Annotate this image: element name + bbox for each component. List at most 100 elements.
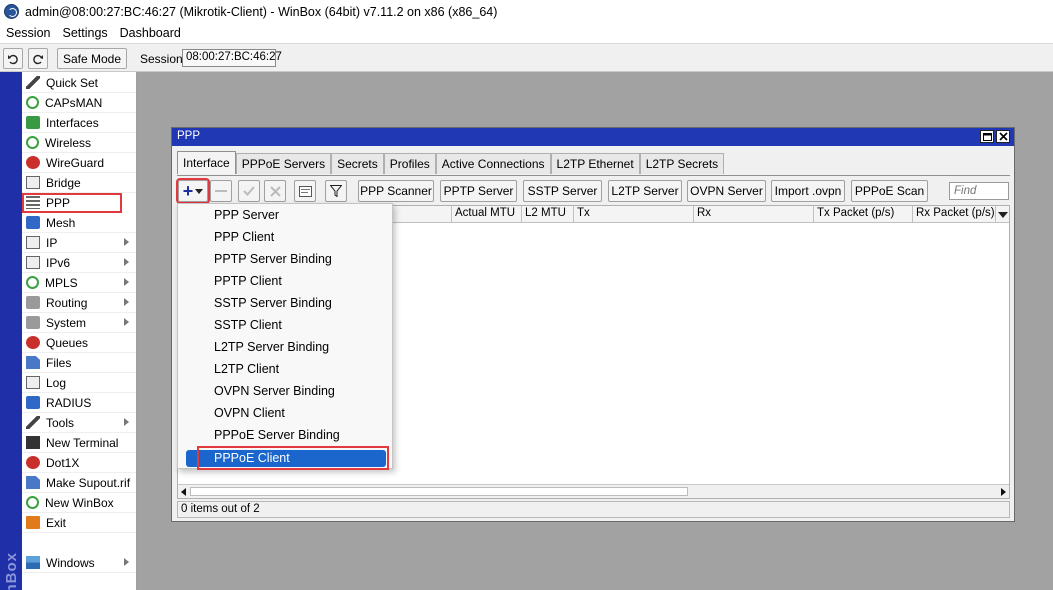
undo-button[interactable]	[3, 48, 23, 69]
sidebar-item-log[interactable]: Log	[22, 373, 136, 393]
tab-interface[interactable]: Interface	[177, 151, 236, 174]
filter-button[interactable]	[325, 180, 347, 202]
menu-item-pppoe-server-binding[interactable]: PPPoE Server Binding	[178, 426, 392, 446]
redo-button[interactable]	[28, 48, 48, 69]
tab-l2tp-secrets[interactable]: L2TP Secrets	[639, 153, 725, 174]
sidebar-item-queues[interactable]: Queues	[22, 333, 136, 353]
column-l2-mtu[interactable]: L2 MTU	[521, 206, 573, 223]
disable-button[interactable]	[264, 180, 286, 202]
column-actual-mtu[interactable]: Actual MTU	[451, 206, 521, 223]
ipv6-icon	[26, 256, 40, 269]
scroll-right-icon[interactable]	[1001, 488, 1006, 496]
capsman-icon	[26, 96, 39, 109]
horizontal-scrollbar[interactable]	[178, 484, 1009, 498]
ovpn-server-button[interactable]: OVPN Server	[687, 180, 766, 202]
scroll-left-icon[interactable]	[181, 488, 186, 496]
selection-highlight-box	[197, 446, 389, 470]
sidebar-item-windows[interactable]: Windows	[22, 553, 136, 573]
sidebar-item-make-supout[interactable]: Make Supout.rif	[22, 473, 136, 493]
menu-item-l2tp-client[interactable]: L2TP Client	[178, 360, 392, 380]
tab-profiles[interactable]: Profiles	[383, 153, 436, 174]
import-ovpn-button[interactable]: Import .ovpn	[771, 180, 845, 202]
tab-secrets[interactable]: Secrets	[331, 153, 384, 174]
sidebar-item-wireguard[interactable]: WireGuard	[22, 153, 136, 173]
minus-icon	[215, 190, 227, 192]
routing-icon	[26, 296, 40, 309]
column-menu-button[interactable]	[995, 206, 1009, 223]
sidebar-item-mesh[interactable]: Mesh	[22, 213, 136, 233]
menu-settings[interactable]: Settings	[62, 26, 107, 40]
maximize-button[interactable]	[980, 130, 994, 143]
sidebar-item-ip[interactable]: IP	[22, 233, 136, 253]
l2tp-server-button[interactable]: L2TP Server	[608, 180, 682, 202]
menu-dashboard[interactable]: Dashboard	[120, 26, 181, 40]
pptp-server-button[interactable]: PPTP Server	[440, 180, 517, 202]
comment-icon	[298, 185, 312, 197]
tab-l2tp-ethernet[interactable]: L2TP Ethernet	[550, 153, 640, 174]
submenu-arrow-icon	[124, 418, 129, 426]
ppp-window-title: PPP	[177, 130, 201, 142]
check-icon	[243, 186, 255, 196]
sidebar-item-quick-set[interactable]: Quick Set	[22, 73, 136, 93]
sidebar-item-ipv6[interactable]: IPv6	[22, 253, 136, 273]
chevron-down-icon	[997, 211, 1008, 218]
menu-item-pptp-client[interactable]: PPTP Client	[178, 272, 392, 292]
sidebar-item-dot1x[interactable]: Dot1X	[22, 453, 136, 473]
find-input[interactable]	[949, 182, 1009, 200]
tab-active-connections[interactable]: Active Connections	[435, 153, 551, 174]
exit-icon	[26, 516, 40, 529]
sidebar-item-exit[interactable]: Exit	[22, 513, 136, 533]
safe-mode-button[interactable]: Safe Mode	[57, 48, 127, 69]
menu-item-sstp-client[interactable]: SSTP Client	[178, 316, 392, 336]
menu-item-ppp-client[interactable]: PPP Client	[178, 228, 392, 248]
ppp-window-titlebar[interactable]: PPP	[172, 128, 1014, 146]
sidebar-item-system[interactable]: System	[22, 313, 136, 333]
sidebar-item-mpls[interactable]: MPLS	[22, 273, 136, 293]
menu-item-ppp-server[interactable]: PPP Server	[178, 206, 392, 226]
radius-icon	[26, 396, 40, 409]
menu-item-sstp-server-binding[interactable]: SSTP Server Binding	[178, 294, 392, 314]
menu-item-ovpn-server-binding[interactable]: OVPN Server Binding	[178, 382, 392, 402]
sidebar-item-interfaces[interactable]: Interfaces	[22, 113, 136, 133]
submenu-arrow-icon	[124, 318, 129, 326]
comment-button[interactable]	[294, 180, 316, 202]
menu-session[interactable]: Session	[6, 26, 50, 40]
column-tx-packet[interactable]: Tx Packet (p/s)	[813, 206, 912, 223]
sidebar-item-tools[interactable]: Tools	[22, 413, 136, 433]
sidebar-item-wireless[interactable]: Wireless	[22, 133, 136, 153]
system-icon	[26, 316, 40, 329]
sidebar-item-capsman[interactable]: CAPsMAN	[22, 93, 136, 113]
remove-button[interactable]	[210, 180, 232, 202]
undo-icon	[8, 54, 18, 64]
menu-item-ovpn-client[interactable]: OVPN Client	[178, 404, 392, 424]
sidebar-item-routing[interactable]: Routing	[22, 293, 136, 313]
sidebar-item-files[interactable]: Files	[22, 353, 136, 373]
session-field[interactable]: 08:00:27:BC:46:27	[182, 49, 282, 67]
sidebar-item-ppp[interactable]: PPP	[22, 193, 122, 213]
window-title: admin@08:00:27:BC:46:27 (Mikrotik-Client…	[25, 4, 498, 19]
pppoe-scan-button[interactable]: PPPoE Scan	[851, 180, 928, 202]
column-tx[interactable]: Tx	[573, 206, 693, 223]
add-button[interactable]: +	[176, 178, 210, 204]
menu-item-pptp-server-binding[interactable]: PPTP Server Binding	[178, 250, 392, 270]
redo-icon	[33, 54, 43, 64]
ppp-scanner-button[interactable]: PPP Scanner	[358, 180, 434, 202]
main-toolbar: Safe Mode Session: 08:00:27:BC:46:27	[0, 43, 1053, 72]
menu-item-l2tp-server-binding[interactable]: L2TP Server Binding	[178, 338, 392, 358]
sidebar-item-new-terminal[interactable]: New Terminal	[22, 433, 136, 453]
sidebar-item-new-winbox[interactable]: New WinBox	[22, 493, 136, 513]
ppp-tabs: Interface PPPoE Servers Secrets Profiles…	[177, 151, 725, 174]
sstp-server-button[interactable]: SSTP Server	[523, 180, 602, 202]
close-button[interactable]	[996, 130, 1010, 143]
tools-icon	[26, 416, 40, 429]
sidebar-item-bridge[interactable]: Bridge	[22, 173, 136, 193]
tab-pppoe-servers[interactable]: PPPoE Servers	[235, 153, 332, 174]
column-rx-packet[interactable]: Rx Packet (p/s)	[912, 206, 995, 223]
sidebar-item-radius[interactable]: RADIUS	[22, 393, 136, 413]
scrollbar-thumb[interactable]	[190, 487, 688, 496]
close-icon	[998, 132, 1008, 141]
wand-icon	[26, 76, 40, 89]
enable-button[interactable]	[238, 180, 260, 202]
column-rx[interactable]: Rx	[693, 206, 813, 223]
wireless-icon	[26, 136, 39, 149]
